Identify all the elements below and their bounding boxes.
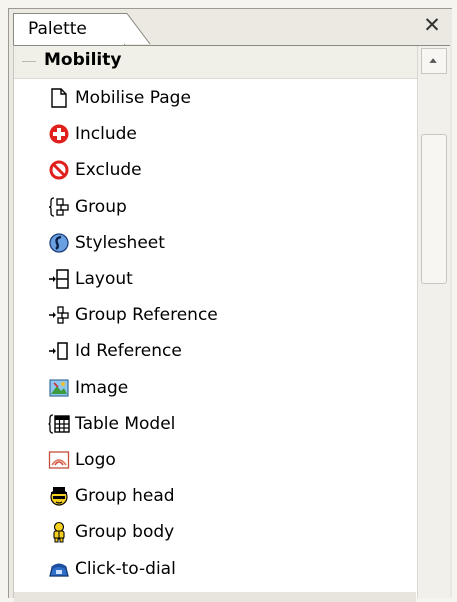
collapse-icon[interactable] [22, 61, 36, 62]
item-label: Group body [75, 522, 175, 543]
item-label: Layout [75, 269, 133, 290]
palette-view: Palette ✕ Mobility Mobilise Page Include [8, 8, 452, 602]
scrollbar-thumb[interactable] [421, 134, 447, 284]
item-label: Stylesheet [75, 232, 165, 253]
palette-item-include[interactable]: Include [14, 116, 416, 152]
item-label: Image [75, 377, 129, 398]
tab-bar: Palette ✕ [9, 9, 452, 45]
id-reference-icon [48, 340, 70, 362]
palette-item-layout[interactable]: Layout [14, 261, 416, 297]
item-label: Mobilise Page [75, 88, 191, 109]
palette-item-logo[interactable]: Logo [14, 442, 416, 478]
vertical-scrollbar[interactable] [417, 46, 450, 598]
palette-item-stylesheet[interactable]: Stylesheet [14, 225, 416, 261]
palette-item-group-reference[interactable]: Group Reference [14, 297, 416, 333]
item-label: Group head [75, 486, 175, 507]
palette-item-image[interactable]: Image [14, 370, 416, 406]
chevron-up-icon [429, 58, 437, 63]
exclude-icon [48, 159, 70, 181]
section-header-mobility[interactable]: Mobility [14, 46, 450, 79]
palette-item-group-head[interactable]: Group head [14, 478, 416, 514]
section-title: Mobility [44, 50, 122, 70]
palette-item-group-body[interactable]: Group body [14, 514, 416, 550]
item-label: Exclude [75, 160, 142, 181]
item-label: Table Model [75, 413, 176, 434]
image-icon [48, 377, 70, 399]
group-head-icon [48, 485, 70, 507]
palette-item-id-reference[interactable]: Id Reference [14, 333, 416, 369]
next-section-header[interactable] [14, 592, 416, 602]
page-icon [48, 87, 70, 109]
item-label: Click-to-dial [75, 558, 176, 579]
palette-panel: Mobility Mobilise Page Include Exclude G… [13, 45, 450, 602]
group-icon [48, 196, 70, 218]
group-reference-icon [48, 304, 70, 326]
palette-item-table-model[interactable]: Table Model [14, 406, 416, 442]
table-model-icon [48, 413, 70, 435]
tab-edge [123, 13, 151, 45]
stylesheet-icon [48, 232, 70, 254]
layout-icon [48, 268, 70, 290]
item-label: Group Reference [75, 305, 218, 326]
scroll-up-button[interactable] [421, 48, 447, 74]
palette-item-exclude[interactable]: Exclude [14, 152, 416, 188]
palette-item-list: Mobilise Page Include Exclude Group Styl… [14, 80, 416, 587]
click-to-dial-icon [48, 558, 70, 580]
include-icon [48, 123, 70, 145]
logo-icon [48, 449, 70, 471]
item-label: Group [75, 196, 127, 217]
group-body-icon [48, 521, 70, 543]
item-label: Id Reference [75, 341, 182, 362]
item-label: Include [75, 124, 137, 145]
tab-palette[interactable]: Palette [13, 13, 125, 45]
palette-item-click-to-dial[interactable]: Click-to-dial [14, 550, 416, 586]
palette-item-mobilise-page[interactable]: Mobilise Page [14, 80, 416, 116]
close-icon[interactable]: ✕ [422, 15, 442, 37]
palette-item-group[interactable]: Group [14, 189, 416, 225]
item-label: Logo [75, 449, 116, 470]
